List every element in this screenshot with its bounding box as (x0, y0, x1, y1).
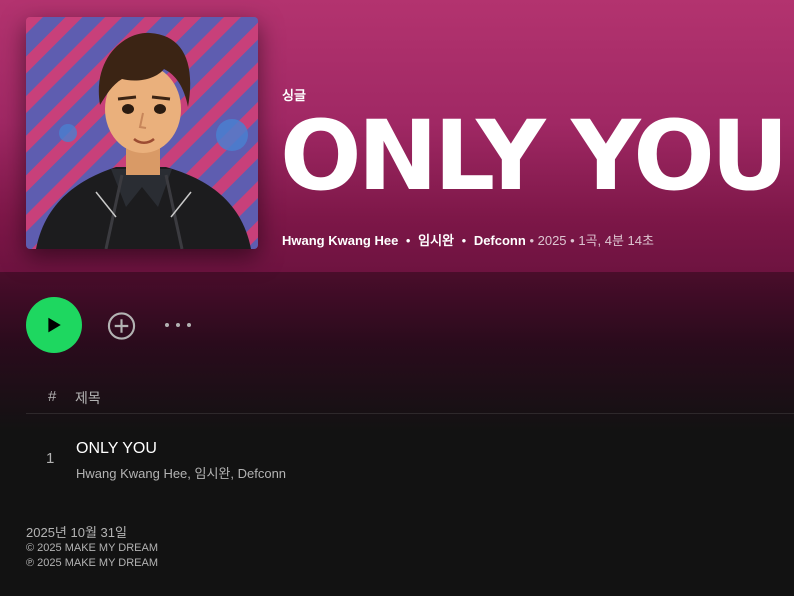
separator-dot: • (529, 233, 538, 248)
track-row[interactable]: 1 ONLY YOU Hwang Kwang Hee, 임시완, Defconn (26, 430, 794, 486)
play-icon (48, 317, 61, 333)
separator-dot: • (405, 233, 411, 248)
track-number-header: # (48, 388, 57, 405)
album-summary: 1곡, 4분 14초 (578, 233, 654, 248)
more-options-button[interactable] (163, 318, 193, 332)
play-button[interactable] (26, 297, 82, 353)
track-artists[interactable]: Hwang Kwang Hee, 임시완, Defconn (76, 463, 286, 482)
add-to-library-button[interactable] (107, 311, 136, 340)
album-cover[interactable] (26, 17, 258, 249)
phonogram-text: ℗ 2025 MAKE MY DREAM (26, 557, 158, 569)
release-year: 2025 (537, 233, 567, 248)
separator-dot: • (461, 233, 467, 248)
release-date: 2025년 10월 31일 (26, 525, 127, 540)
track-title-header[interactable]: 제목 (75, 388, 101, 408)
artist-link[interactable]: Defconn (474, 233, 526, 248)
album-title: ONLY YOU (280, 100, 789, 212)
track-number: 1 (46, 450, 55, 467)
track-title[interactable]: ONLY YOU (76, 440, 157, 458)
copyright-text: © 2025 MAKE MY DREAM (26, 542, 158, 554)
album-page: 싱글 ONLY YOU Hwang Kwang Hee • 임시완 • Defc… (0, 0, 794, 596)
more-options-icon (165, 323, 191, 327)
artist-link[interactable]: 임시완 (418, 233, 454, 248)
add-circle-icon (107, 311, 136, 340)
artist-link[interactable]: Hwang Kwang Hee (282, 233, 398, 248)
album-meta: Hwang Kwang Hee • 임시완 • Defconn • 2025 •… (282, 230, 654, 249)
tracklist-header: # 제목 (26, 380, 794, 414)
album-cover-illustration (26, 17, 258, 249)
